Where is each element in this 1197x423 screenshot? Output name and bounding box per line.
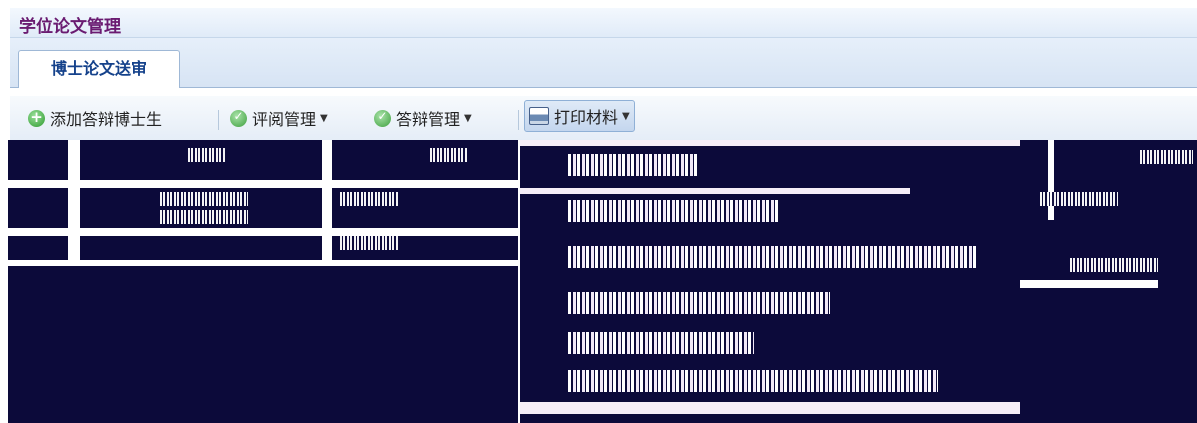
check-circle-icon — [374, 109, 391, 127]
tab-bar: 博士论文送审 — [10, 38, 1197, 88]
grid-column-line — [68, 140, 80, 260]
grid-column-line — [322, 140, 332, 260]
garbled-text — [158, 210, 248, 224]
add-circle-icon — [28, 108, 45, 127]
panel-header: 学位论文管理 — [10, 8, 1197, 38]
chevron-down-icon: ▼ — [320, 112, 328, 124]
garbled-text — [428, 148, 468, 162]
print-materials-button[interactable]: 打印材料 ▼ — [524, 100, 635, 132]
menu-item-garbled[interactable] — [568, 246, 978, 268]
garbled-text — [158, 192, 248, 206]
grid-column-line — [1048, 140, 1054, 220]
garbled-text — [338, 192, 398, 206]
grid-row-line — [8, 228, 520, 236]
menu-item-garbled[interactable] — [568, 154, 698, 176]
garbled-text — [1068, 258, 1158, 272]
garbled-text — [338, 236, 398, 250]
menu-border — [520, 140, 1020, 146]
garbled-text — [1138, 150, 1193, 164]
toolbar: 添加答辩博士生 评阅管理 ▼ 答辩管理 ▼ 打印材料 ▼ — [10, 96, 1197, 140]
check-circle-icon — [230, 109, 247, 127]
menu-border — [520, 402, 1020, 414]
grid-row-line — [8, 180, 520, 188]
review-management-label: 评阅管理 — [252, 110, 317, 129]
app-window: 学位论文管理 博士论文送审 添加答辩博士生 评阅管理 ▼ 答辩管理 ▼ 打印材料… — [0, 0, 1197, 423]
garbled-text — [1038, 192, 1118, 206]
garbled-text — [186, 148, 226, 162]
menu-item-garbled[interactable] — [568, 200, 778, 222]
toolbar-separator — [518, 110, 519, 130]
add-doctoral-candidate-button[interactable]: 添加答辩博士生 — [28, 104, 162, 132]
review-management-button[interactable]: 评阅管理 ▼ — [230, 104, 328, 132]
defense-management-label: 答辩管理 — [396, 110, 461, 129]
menu-item-garbled[interactable] — [568, 332, 754, 354]
add-doctoral-candidate-label: 添加答辩博士生 — [50, 110, 163, 129]
menu-item-garbled[interactable] — [568, 292, 830, 314]
tab-doctoral-thesis-review[interactable]: 博士论文送审 — [18, 50, 180, 88]
print-materials-dropdown-menu — [518, 140, 1020, 423]
grid-row-line — [8, 260, 520, 266]
printer-icon — [529, 107, 549, 125]
chevron-down-icon: ▼ — [622, 110, 630, 122]
menu-item-garbled[interactable] — [568, 370, 938, 392]
defense-management-button[interactable]: 答辩管理 ▼ — [374, 104, 472, 132]
toolbar-separator — [218, 110, 219, 130]
panel-title: 学位论文管理 — [19, 17, 121, 37]
menu-border — [520, 188, 910, 194]
chevron-down-icon: ▼ — [464, 112, 472, 124]
grid-row-line — [1018, 280, 1158, 288]
print-materials-label: 打印材料 — [554, 108, 619, 127]
